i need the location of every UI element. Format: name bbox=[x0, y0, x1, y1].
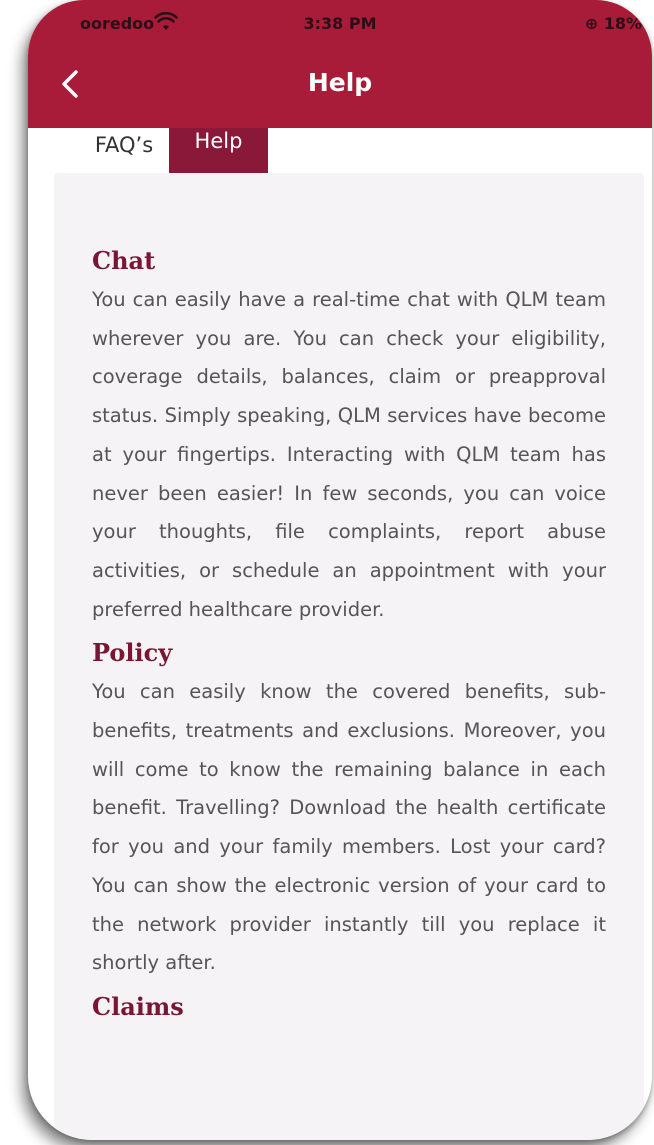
section-title-policy: Policy bbox=[92, 638, 173, 668]
app-header: ooredoo 3:38 PM ⊕ 18% Help bbox=[28, 0, 652, 128]
tab-help[interactable]: Help bbox=[169, 128, 268, 173]
tab-faqs[interactable]: FAQ’s bbox=[82, 128, 166, 173]
section-title-claims: Claims bbox=[92, 991, 184, 1021]
status-time: 3:38 PM bbox=[303, 14, 377, 33]
phone-screen: ooredoo 3:38 PM ⊕ 18% Help FAQ’s Help Ch… bbox=[28, 0, 652, 1140]
status-bar: ooredoo 3:38 PM ⊕ 18% bbox=[28, 10, 652, 40]
help-content: Chat You can easily have a real-time cha… bbox=[92, 245, 606, 1027]
section-title-chat: Chat bbox=[92, 246, 156, 275]
help-content-card: Chat You can easily have a real-time cha… bbox=[54, 173, 644, 1140]
battery-percent: 18% bbox=[603, 14, 642, 33]
section-body-chat: You can easily have a real-time chat wit… bbox=[92, 288, 606, 621]
tab-bar: FAQ’s Help bbox=[28, 128, 652, 173]
page-title: Help bbox=[307, 68, 373, 97]
battery-level: ⊕ 18% bbox=[584, 14, 642, 33]
section-body-policy: You can easily know the covered benefits… bbox=[92, 680, 606, 975]
